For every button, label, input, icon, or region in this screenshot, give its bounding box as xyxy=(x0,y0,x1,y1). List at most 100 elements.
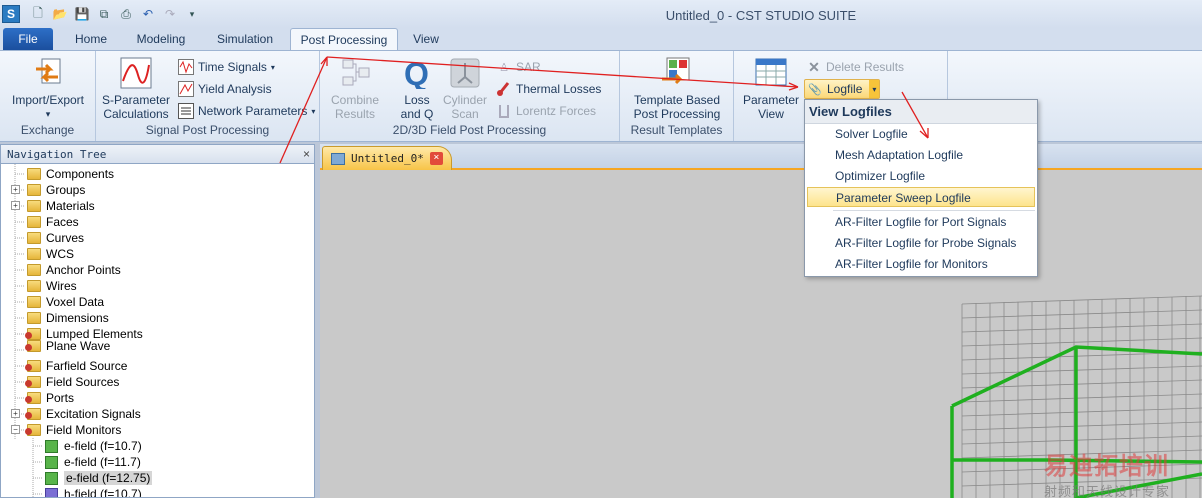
title-bar: S 🗋 📂 💾 ⧉ ⎙ ↶ ↷ ▾ Untitled_0 - CST STUDI… xyxy=(0,0,1202,28)
watermark-line-2: 射频和天线设计专家 xyxy=(1044,485,1171,498)
tree-item-materials[interactable]: Materials xyxy=(27,198,95,214)
tree-item-ports[interactable]: Ports xyxy=(25,390,74,406)
sar-button[interactable]: ♙ SAR xyxy=(496,57,541,77)
delete-results-button[interactable]: ✕ Delete Results xyxy=(806,57,904,77)
parameter-label-2: View xyxy=(758,107,784,121)
menu-item-ar-filter-monitors[interactable]: AR-Filter Logfile for Monitors xyxy=(807,254,1035,274)
import-export-button[interactable]: Import/Export ▾ xyxy=(6,57,90,121)
combine-results-icon xyxy=(339,57,371,89)
tree-item-farfield-source[interactable]: Farfield Source xyxy=(25,358,127,374)
navigation-tree-header: Navigation Tree × xyxy=(0,144,315,164)
sparameter-chart-icon xyxy=(120,57,152,89)
tree-item-faces[interactable]: Faces xyxy=(27,214,79,230)
menu-item-mesh-adaptation-logfile[interactable]: Mesh Adaptation Logfile xyxy=(807,145,1035,165)
loss-q-icon: Q xyxy=(401,56,433,92)
folder-icon xyxy=(25,376,41,388)
menu-separator xyxy=(833,210,1035,211)
folder-icon xyxy=(27,312,41,324)
logfile-label: Logfile xyxy=(827,82,863,96)
tree-item-wcs[interactable]: WCS xyxy=(27,246,74,262)
tree-item-e-field-12-75[interactable]: e-field (f=12.75) xyxy=(45,470,153,486)
e-field-monitor-icon xyxy=(45,455,58,469)
folder-icon xyxy=(27,264,41,276)
network-parameters-button[interactable]: Network Parameters ▾ xyxy=(178,101,315,121)
loss-label-2: and Q xyxy=(400,107,434,121)
tab-view[interactable]: View xyxy=(406,28,446,50)
menu-item-ar-filter-probe-signals[interactable]: AR-Filter Logfile for Probe Signals xyxy=(807,233,1035,253)
tab-modeling[interactable]: Modeling xyxy=(128,28,194,50)
tab-file[interactable]: File xyxy=(3,28,53,50)
sar-label: SAR xyxy=(516,60,541,74)
tab-simulation[interactable]: Simulation xyxy=(208,28,282,50)
ribbon-tabs: File Home Modeling Simulation Post Proce… xyxy=(0,28,1202,51)
time-signals-icon xyxy=(178,59,194,75)
navigation-tree: + + + − Components Groups Materials Face… xyxy=(0,164,315,498)
thermal-losses-label: Thermal Losses xyxy=(516,82,602,96)
nav-close-icon[interactable]: × xyxy=(303,145,310,164)
window-title: Untitled_0 - CST STUDIO SUITE xyxy=(665,8,857,23)
tree-item-dimensions[interactable]: Dimensions xyxy=(27,310,109,326)
sparameter-label-2: Calculations xyxy=(103,107,169,121)
watermark: 易迪拓培训 射频和天线设计专家 xyxy=(1044,446,1170,498)
thermal-losses-button[interactable]: Thermal Losses xyxy=(496,79,601,99)
logfile-button[interactable]: 📎 Logfile ▾ xyxy=(804,79,881,99)
collapse-field-monitors-icon[interactable]: − xyxy=(11,425,20,434)
expand-materials-icon[interactable]: + xyxy=(11,201,20,210)
tab-post-processing[interactable]: Post Processing xyxy=(290,28,398,51)
tree-item-curves[interactable]: Curves xyxy=(27,230,84,246)
group-label-field: 2D/3D Field Post Processing xyxy=(392,123,547,137)
folder-icon xyxy=(27,296,41,308)
3d-viewport[interactable] xyxy=(320,144,1202,498)
expand-excitation-signals-icon[interactable]: + xyxy=(11,409,20,418)
folder-icon xyxy=(25,392,41,404)
h-field-monitor-icon xyxy=(45,487,58,497)
tree-item-excitation-signals[interactable]: Excitation Signals xyxy=(25,406,141,422)
template-icon xyxy=(661,57,693,89)
loss-and-q-button[interactable]: Q Loss and Q xyxy=(390,56,444,121)
tree-item-h-field-10-7[interactable]: h-field (f=10.7) xyxy=(45,486,142,497)
lorentz-forces-button[interactable]: Lorentz Forces xyxy=(496,101,596,121)
delete-x-icon: ✕ xyxy=(808,58,820,75)
group-label-signal: Signal Post Processing xyxy=(145,123,270,137)
tree-item-anchor-points[interactable]: Anchor Points xyxy=(27,262,121,278)
time-signals-button[interactable]: Time Signals ▾ xyxy=(178,57,275,77)
menu-item-solver-logfile[interactable]: Solver Logfile xyxy=(807,124,1035,144)
tree-item-field-monitors[interactable]: Field Monitors xyxy=(25,422,121,438)
person-icon: ♙ xyxy=(499,61,509,74)
folder-icon xyxy=(27,280,41,292)
sparameter-label-1: S-Parameter xyxy=(101,93,171,107)
import-export-arrow: ▾ xyxy=(45,109,51,119)
expand-groups-icon[interactable]: + xyxy=(11,185,20,194)
tree-item-voxel-data[interactable]: Voxel Data xyxy=(27,294,104,310)
e-field-monitor-icon xyxy=(45,439,58,453)
delete-results-label: Delete Results xyxy=(826,60,905,74)
tree-item-field-sources[interactable]: Field Sources xyxy=(25,374,119,390)
folder-icon xyxy=(25,408,41,420)
cylinder-scan-button[interactable]: Cylinder Scan xyxy=(438,57,492,121)
menu-header-view-logfiles: View Logfiles xyxy=(805,100,1037,124)
tree-item-components[interactable]: Components xyxy=(27,166,114,182)
yield-analysis-button[interactable]: Yield Analysis xyxy=(178,79,272,99)
tree-item-e-field-11-7[interactable]: e-field (f=11.7) xyxy=(45,454,141,470)
combine-results-button[interactable]: Combine Results xyxy=(326,57,384,121)
document-area[interactable]: Untitled_0* × xyxy=(320,144,1202,498)
network-parameters-icon xyxy=(178,103,194,119)
thermometer-icon xyxy=(496,81,512,97)
tree-item-wires[interactable]: Wires xyxy=(27,278,77,294)
logfile-dropdown-arrow-icon[interactable]: ▾ xyxy=(869,80,880,98)
folder-icon xyxy=(27,248,41,260)
menu-item-optimizer-logfile[interactable]: Optimizer Logfile xyxy=(807,166,1035,186)
tab-home[interactable]: Home xyxy=(66,28,116,50)
template-based-post-processing-button[interactable]: Template Based Post Processing xyxy=(628,57,726,121)
e-field-monitor-icon xyxy=(45,471,58,485)
parameter-view-button[interactable]: Parameter View xyxy=(740,57,802,121)
cylinder-label-1: Cylinder xyxy=(442,93,487,107)
folder-icon xyxy=(27,200,41,212)
tree-item-e-field-10-7[interactable]: e-field (f=10.7) xyxy=(45,438,142,454)
tree-item-plane-wave[interactable]: Plane Wave xyxy=(25,338,110,354)
sparameter-calculations-button[interactable]: S-Parameter Calculations xyxy=(100,57,172,121)
tree-item-groups[interactable]: Groups xyxy=(27,182,85,198)
menu-item-ar-filter-port-signals[interactable]: AR-Filter Logfile for Port Signals xyxy=(807,212,1035,232)
navigation-tree-title: Navigation Tree xyxy=(7,148,107,161)
menu-item-parameter-sweep-logfile[interactable]: Parameter Sweep Logfile xyxy=(807,187,1035,207)
